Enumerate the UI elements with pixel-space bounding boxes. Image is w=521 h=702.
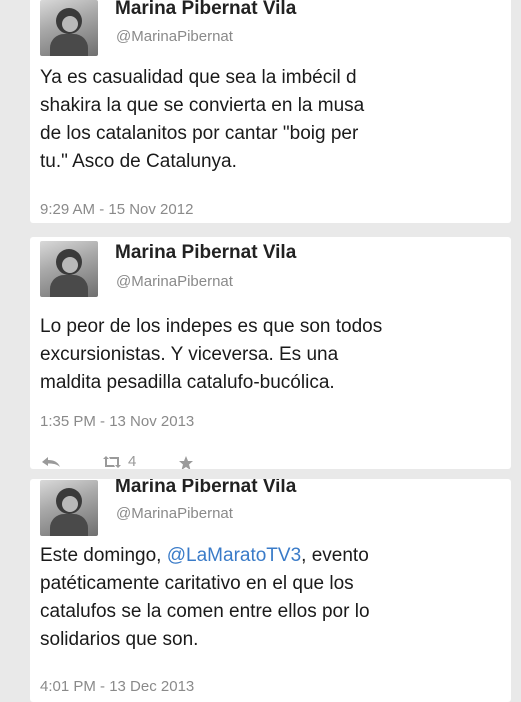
tweet-text-line: excursionistas. Y viceversa. Es una [40,344,339,365]
avatar[interactable] [40,241,98,297]
tweet-text: Lo peor de los indepes es que son todos … [40,313,490,397]
tweet-text-line: Este domingo, @LaMaratoTV3, evento [40,542,490,570]
tweet-text-line: tu." Asco de Catalunya. [40,151,237,172]
author-name[interactable]: Marina Pibernat Vila [115,0,296,20]
tweet-card: Marina Pibernat Vila @MarinaPibernat Lo … [30,237,511,469]
tweet-card: Marina Pibernat Vila @MarinaPibernat Est… [30,479,511,702]
retweet-count: 4 [128,453,137,470]
tweet-timestamp[interactable]: 1:35 PM - 13 Nov 2013 [40,413,194,430]
author-handle[interactable]: @MarinaPibernat [116,273,233,290]
author-handle[interactable]: @MarinaPibernat [116,28,233,45]
tweet-text-line: de los catalanitos por cantar "boig per [40,123,359,144]
tweet-text-line: Lo peor de los indepes es que son todos [40,316,383,337]
tweet-timestamp[interactable]: 4:01 PM - 13 Dec 2013 [40,678,194,695]
retweet-icon[interactable] [100,455,124,469]
tweet-timestamp[interactable]: 9:29 AM - 15 Nov 2012 [40,201,193,218]
tweet-text-segment: , evento [301,545,369,566]
tweet-text: Ya es casualidad que sea la imbécil d sh… [40,64,490,176]
divider [0,469,521,479]
tweet-actions: 4 [40,453,240,470]
reply-icon[interactable] [40,455,62,469]
mention-link[interactable]: @LaMaratoTV3 [167,545,301,566]
avatar[interactable] [40,480,98,536]
favorite-icon[interactable] [178,455,194,469]
tweet-text-line: solidarios que son. [40,629,199,650]
tweet-text-line: Ya es casualidad que sea la imbécil d [40,67,357,88]
tweet-text-line: maldita pesadilla catalufo-bucólica. [40,372,335,393]
tweet-text-line: patéticamente caritativo en el que los [40,573,354,594]
tweet-text: Este domingo, @LaMaratoTV3, evento patét… [40,542,490,654]
author-handle[interactable]: @MarinaPibernat [116,505,233,522]
author-name[interactable]: Marina Pibernat Vila [115,479,296,498]
tweet-text-segment: Este domingo, [40,545,167,566]
tweet-text-line: catalufos se la comen entre ellos por lo [40,601,370,622]
tweet-card: Marina Pibernat Vila @MarinaPibernat Ya … [30,0,511,223]
avatar[interactable] [40,0,98,56]
author-name[interactable]: Marina Pibernat Vila [115,242,296,264]
tweet-text-line: shakira la que se convierta en la musa [40,95,365,116]
